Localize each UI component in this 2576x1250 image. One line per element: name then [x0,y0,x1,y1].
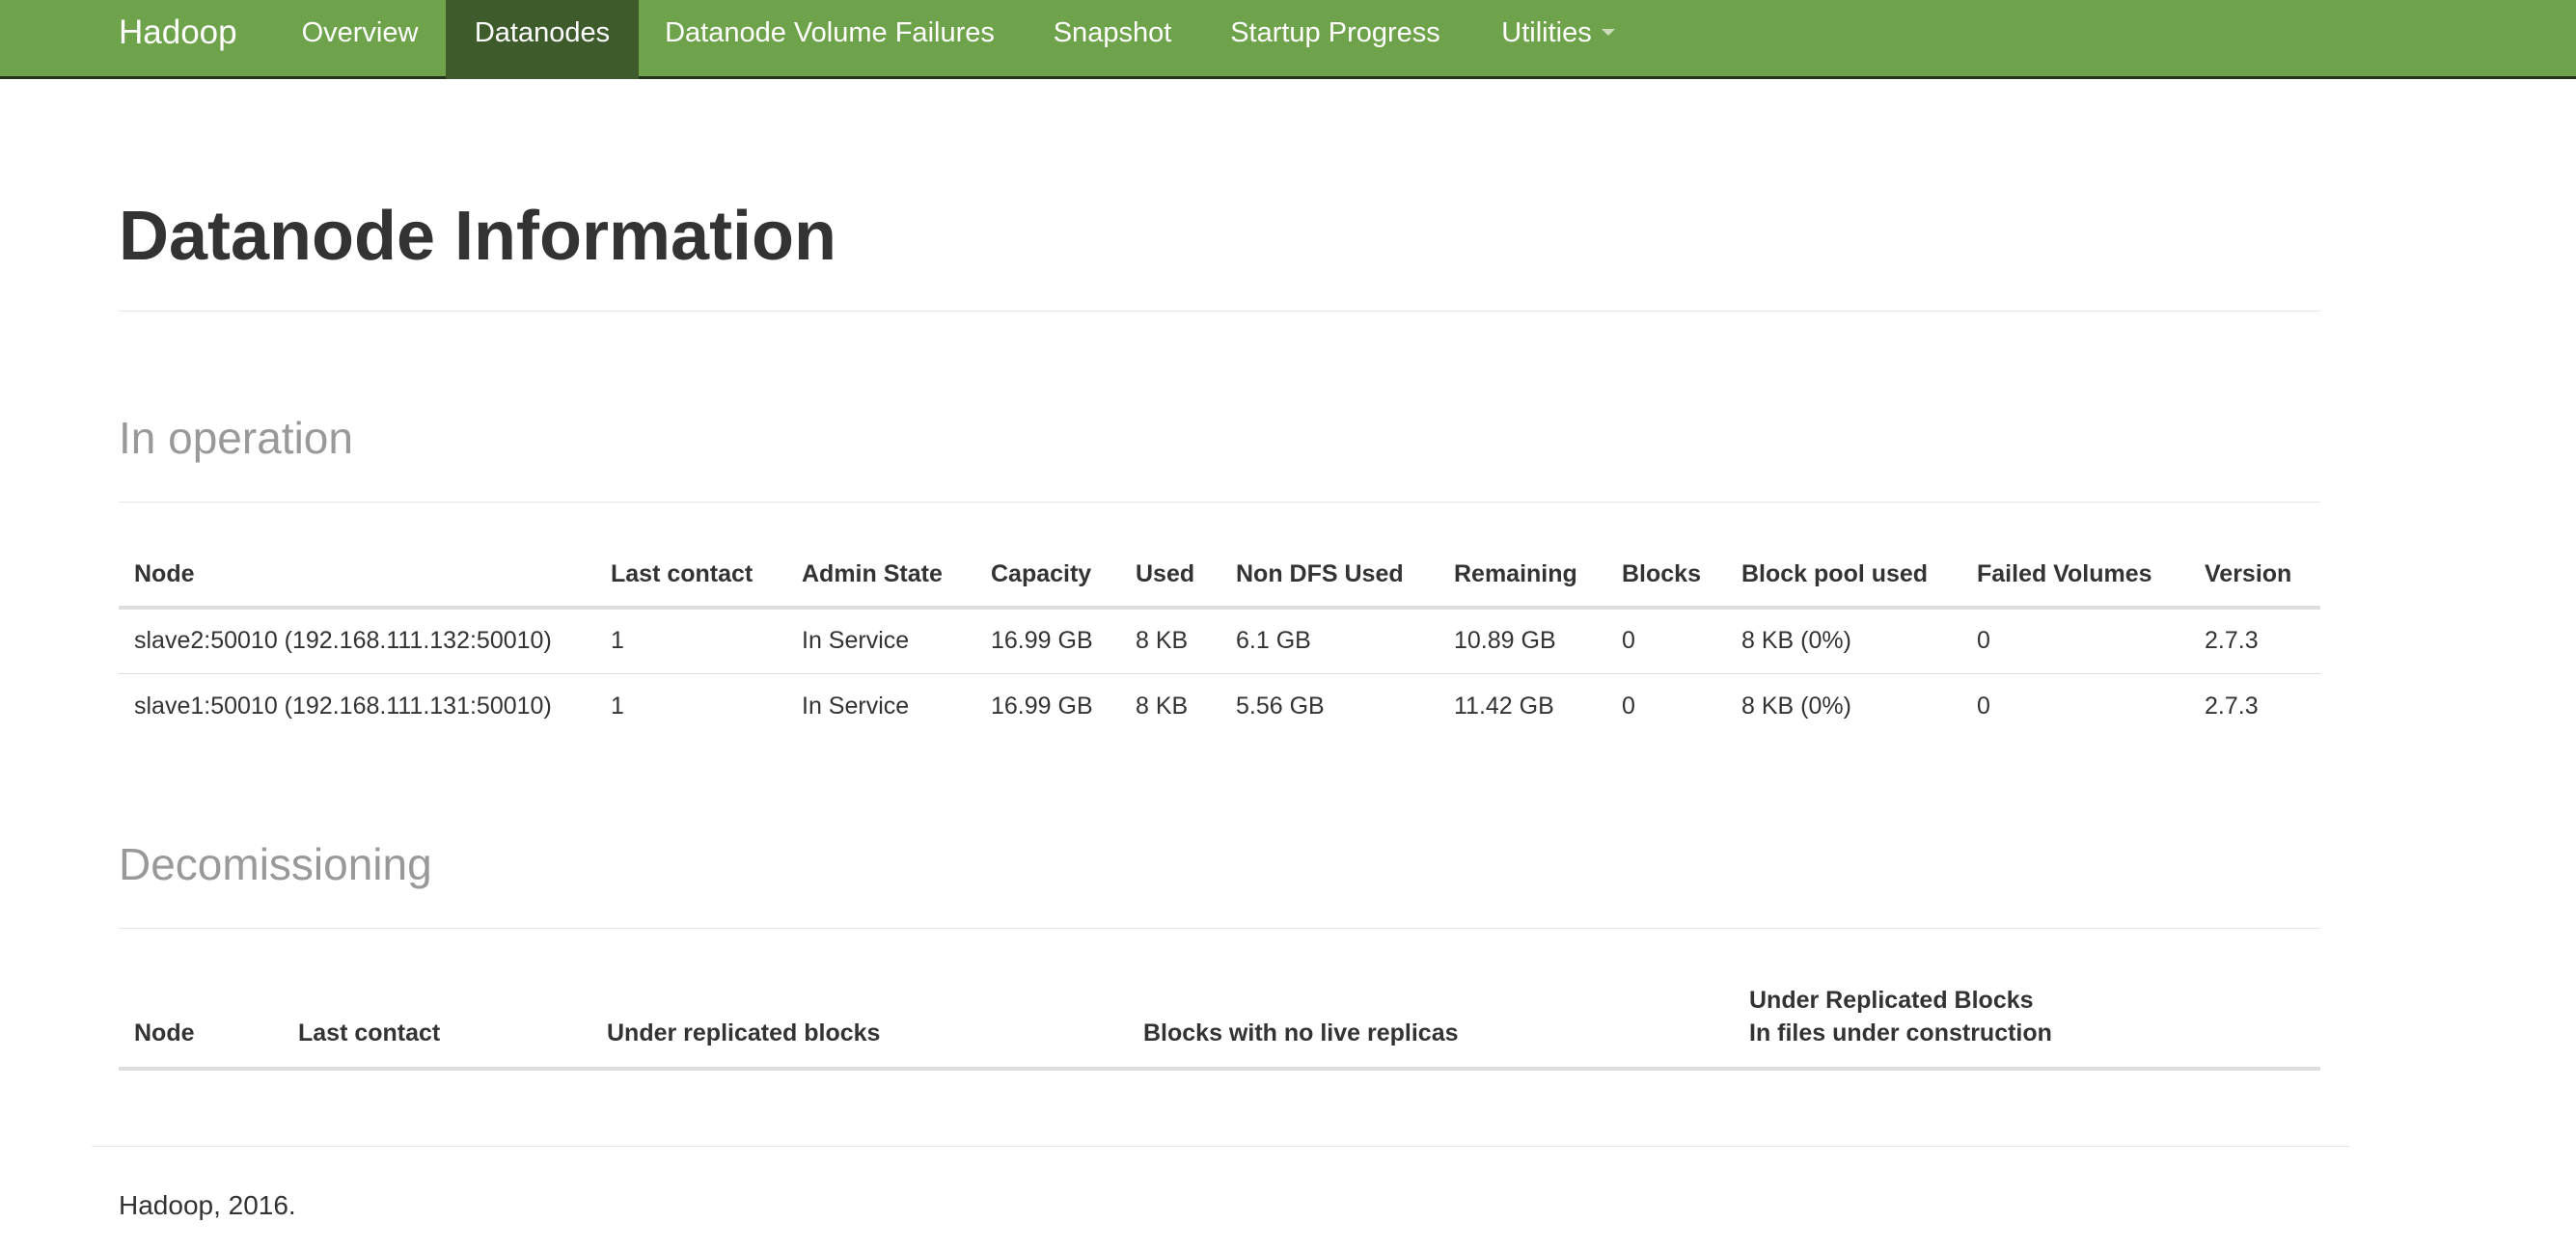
nav-snapshot[interactable]: Snapshot [1025,0,1200,79]
decommissioning-table: Node Last contact Under replicated block… [119,984,2320,1071]
table-row: slave2:50010 (192.168.111.132:50010) 1 I… [119,607,2320,673]
used-cell: 8 KB [1120,607,1220,673]
nav-utilities-label: Utilities [1501,17,1592,48]
column-header: Block pool used [1726,540,1961,610]
table-header-row: Node Last contact Under replicated block… [119,984,2320,1071]
column-header: Non DFS Used [1220,540,1439,610]
block-pool-used-cell: 8 KB (0%) [1726,672,1961,739]
header-divider [119,311,2320,312]
failed-volumes-cell: 0 [1961,607,2189,673]
column-header: Remaining [1439,540,1606,610]
nav-datanode-volume-failures[interactable]: Datanode Volume Failures [639,0,1021,79]
version-cell: 2.7.3 [2189,672,2320,739]
column-header: Admin State [786,540,975,610]
last-contact-cell: 1 [595,607,786,673]
remaining-cell: 10.89 GB [1439,607,1606,673]
capacity-cell: 16.99 GB [975,672,1120,739]
version-cell: 2.7.3 [2189,607,2320,673]
column-header: Last contact [595,540,786,610]
page-title: Datanode Information [119,198,837,275]
top-navbar: Hadoop Overview Datanodes Datanode Volum… [0,0,2576,79]
column-header-line: Under Replicated Blocks [1749,987,2034,1014]
in-operation-heading: In operation [119,413,353,463]
admin-state-cell: In Service [786,672,975,739]
nav-overview-label: Overview [301,17,419,48]
column-header: Blocks [1606,540,1726,610]
footer-text: Hadoop, 2016. [119,1190,296,1220]
in-operation-table: Node Last contact Admin State Capacity U… [119,540,2320,739]
capacity-cell: 16.99 GB [975,607,1120,673]
admin-state-cell: In Service [786,607,975,673]
brand-link[interactable]: Hadoop [119,0,237,79]
column-header: Last contact [283,984,591,1071]
used-cell: 8 KB [1120,672,1220,739]
column-header: Node [119,984,283,1071]
blocks-cell: 0 [1606,672,1726,739]
non-dfs-used-cell: 6.1 GB [1220,607,1439,673]
nav-datanode-volume-failures-label: Datanode Volume Failures [665,17,995,48]
in-operation-divider [119,502,2320,503]
remaining-cell: 11.42 GB [1439,672,1606,739]
node-cell: slave2:50010 (192.168.111.132:50010) [119,607,595,673]
caret-down-icon [1601,28,1615,36]
column-header: Failed Volumes [1961,540,2189,610]
nav-datanodes[interactable]: Datanodes [446,0,639,79]
column-header: Version [2189,540,2320,610]
non-dfs-used-cell: 5.56 GB [1220,672,1439,739]
decommissioning-heading: Decomissioning [119,839,432,889]
failed-volumes-cell: 0 [1961,672,2189,739]
column-header-line: In files under construction [1749,1019,2052,1046]
nav-utilities-dropdown[interactable]: Utilities [1482,0,1634,79]
last-contact-cell: 1 [595,672,786,739]
blocks-cell: 0 [1606,607,1726,673]
node-cell: slave1:50010 (192.168.111.131:50010) [119,672,595,739]
column-header: Node [119,540,595,610]
column-header: Blocks with no live replicas [1128,984,1734,1071]
nav-datanodes-label: Datanodes [474,17,611,48]
block-pool-used-cell: 8 KB (0%) [1726,607,1961,673]
footer-divider [92,1146,2349,1147]
nav-overview[interactable]: Overview [286,0,434,79]
table-row: slave1:50010 (192.168.111.131:50010) 1 I… [119,672,2320,739]
nav-snapshot-label: Snapshot [1053,17,1172,48]
column-header: Under replicated blocks [591,984,1128,1071]
column-header: Used [1120,540,1220,610]
nav-startup-progress-label: Startup Progress [1230,17,1440,48]
column-header: Under Replicated Blocks In files under c… [1734,984,2320,1071]
column-header: Capacity [975,540,1120,610]
table-header-row: Node Last contact Admin State Capacity U… [119,540,2320,610]
decommissioning-divider [119,928,2320,929]
nav-startup-progress[interactable]: Startup Progress [1200,0,1470,79]
